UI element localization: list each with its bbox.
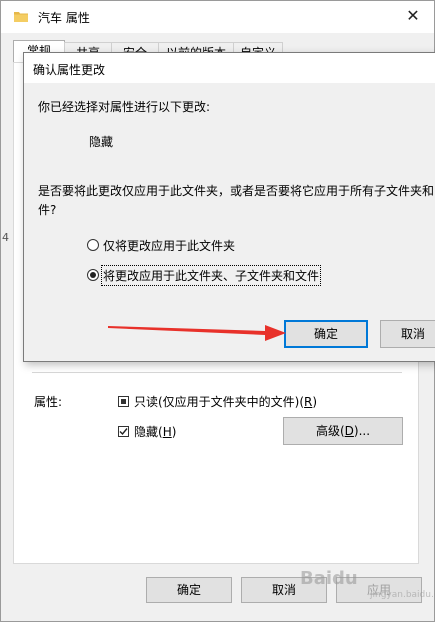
radio-folder-subfolders-files-label[interactable]: 将更改应用于此文件夹、子文件夹和文件 — [100, 265, 322, 286]
hidden-label: 隐藏(H) — [134, 425, 177, 439]
close-icon[interactable]: ✕ — [402, 5, 424, 27]
watermark-subtext: jingyan.baidu.com — [370, 590, 435, 600]
divider — [32, 372, 402, 373]
folder-icon — [14, 12, 28, 22]
radio-folder-subfolders-files[interactable] — [87, 269, 99, 281]
advanced-button[interactable]: 高级(D)... — [283, 417, 403, 445]
watermark-logo-text: Baidu — [300, 568, 358, 589]
question-line-1: 是否要将此更改仅应用于此文件夹，或者是否要将它应用于所有子文件夹和 — [38, 184, 435, 198]
dialog-titlebar: 确认属性更改 — [24, 53, 435, 83]
baidu-watermark: Baidu jingyan.baidu.com — [300, 568, 435, 608]
dialog-title: 确认属性更改 — [33, 63, 106, 77]
checkmark-icon — [119, 428, 128, 436]
dialog-question: 是否要将此更改仅应用于此文件夹，或者是否要将它应用于所有子文件夹和 件? — [38, 182, 435, 220]
dialog-cancel-button[interactable]: 取消 — [380, 320, 435, 348]
readonly-label: 只读(仅应用于文件夹中的文件)(R) — [134, 395, 318, 409]
hidden-checkbox[interactable] — [118, 426, 129, 437]
question-line-2: 件? — [38, 203, 57, 217]
readonly-checkbox[interactable] — [118, 396, 129, 407]
ok-button[interactable]: 确定 — [146, 577, 232, 603]
attributes-label: 属性: — [34, 395, 63, 409]
window-title: 汽车 属性 — [38, 11, 90, 25]
red-arrow-annotation — [108, 325, 286, 341]
dialog-change-text: 隐藏 — [89, 135, 114, 149]
window-titlebar: 汽车 属性 ✕ — [1, 1, 434, 33]
dialog-prompt: 你已经选择对属性进行以下更改: — [38, 100, 211, 114]
stray-text: 4 — [2, 231, 9, 244]
radio-this-folder-only[interactable] — [87, 239, 99, 251]
radio-this-folder-only-label[interactable]: 仅将更改应用于此文件夹 — [103, 237, 235, 254]
